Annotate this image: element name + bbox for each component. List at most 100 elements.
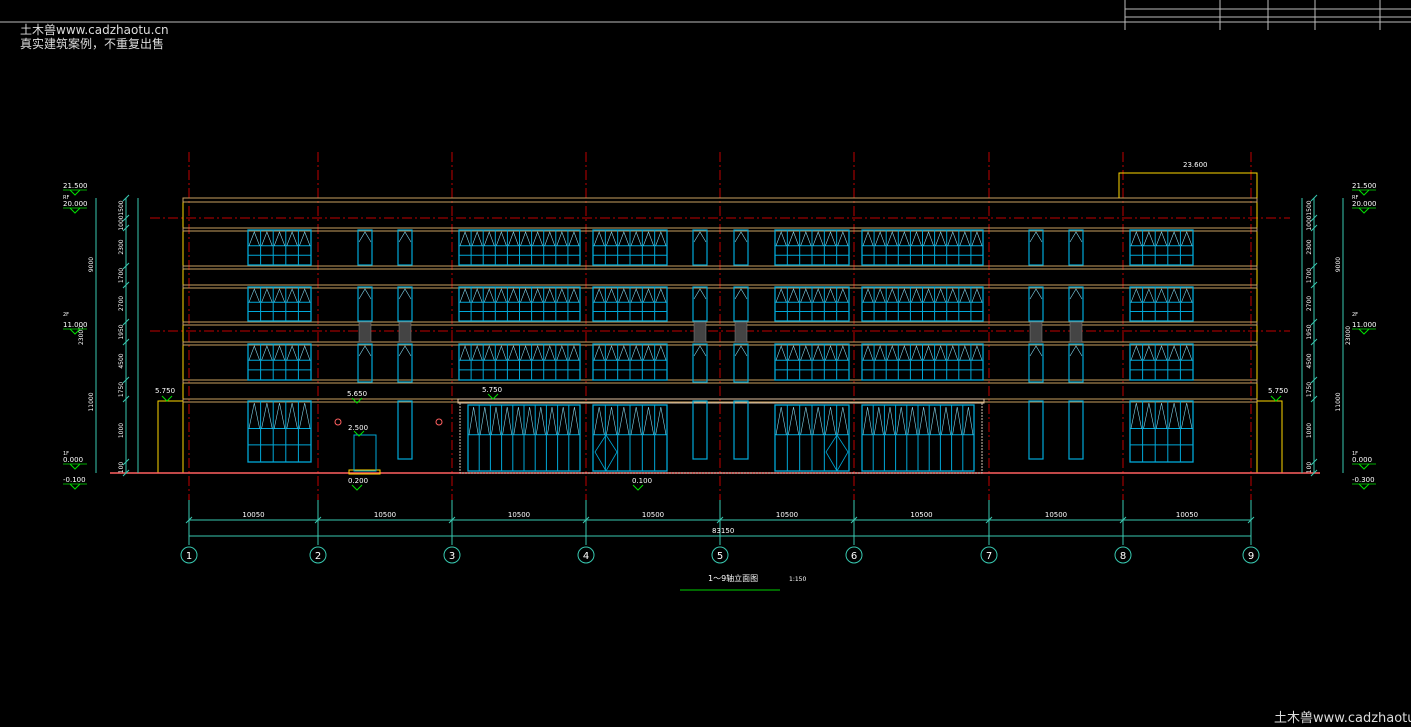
window-opening-mark (886, 345, 898, 361)
window-opening-mark (630, 345, 642, 361)
strip-window-mark (1069, 288, 1083, 300)
window-opening-mark (935, 288, 946, 303)
window-opening-mark (1168, 345, 1180, 361)
window-opening-mark (643, 288, 654, 303)
window-opening-mark (874, 231, 886, 246)
window-opening-mark (1181, 288, 1193, 303)
window-opening-mark (825, 406, 836, 435)
window-opening-mark (273, 288, 286, 303)
stone-panel-2 (693, 321, 707, 343)
window-opening-mark (911, 288, 922, 303)
axis-label-9: 9 (1248, 551, 1254, 562)
window-opening-mark (923, 231, 934, 246)
window-opening-mark (874, 345, 886, 361)
window-group-f3-3 (774, 286, 850, 322)
left-elev-mark-1 (69, 207, 81, 214)
strip-window-mark (693, 231, 707, 243)
floor-slab-4 (182, 341, 1258, 346)
window-opening-mark (935, 345, 946, 361)
window-group-f3-2 (592, 286, 668, 322)
axis-label-6: 6 (851, 551, 857, 562)
window-opening-mark (483, 288, 495, 303)
window-opening-mark (496, 288, 507, 303)
strip-window-2-g (692, 400, 708, 460)
elevation-drawing: 1 2 3 4 5 6 7 8 9 10050 10500 10500 10500 10500 10500… (0, 0, 1411, 591)
window-opening-mark (812, 345, 824, 361)
window-opening-mark (532, 345, 543, 361)
mark-triangle-0 (161, 395, 173, 402)
watermark-bottom: 土木兽www.cadzhaotu.c (1274, 711, 1411, 726)
window-opening-mark (935, 231, 946, 246)
strip-window-5-1 (1068, 286, 1084, 322)
strip-window-4-0 (1028, 229, 1044, 266)
right-vtotal-label-0: 9000 (1335, 257, 1342, 272)
left-floor-tag-2: 1F (63, 451, 69, 457)
window-opening-mark (471, 288, 483, 303)
window-opening-mark (502, 406, 513, 435)
window-opening-mark (788, 288, 799, 303)
left-vdim-label-4: 2700 (118, 296, 125, 311)
window-opening-mark (655, 406, 667, 435)
window-opening-mark (941, 406, 951, 435)
window-frame (247, 229, 312, 266)
drawing-scale: 1:150 (789, 576, 806, 583)
window-opening-mark (862, 231, 874, 246)
window-opening-mark (618, 406, 630, 435)
entrance-door (353, 434, 377, 472)
window-opening-mark (483, 231, 495, 246)
window-opening-mark (491, 406, 501, 435)
window-opening-mark (1168, 402, 1180, 429)
right-vdim-label-8: 1000 (1306, 423, 1313, 438)
left-elev-label-3: 0.000 (63, 456, 83, 464)
mark-triangle-5 (632, 484, 644, 491)
drawing-title: 1～9轴立面图 (708, 573, 758, 583)
mark-triangle-1 (1270, 395, 1282, 402)
wall-lamp-left (334, 418, 342, 426)
door-sill-mark: 0.200 (348, 477, 368, 485)
ground-mark: 0.100 (632, 477, 652, 485)
strip-window-mark (1069, 231, 1083, 243)
window-opening-mark (899, 288, 910, 303)
window-opening-mark (929, 406, 940, 435)
window-group-f2-2 (592, 229, 668, 266)
window-opening-mark (655, 288, 667, 303)
window-opening-mark (630, 288, 642, 303)
window-opening-mark (286, 231, 298, 246)
right-vdim-label-0: 1500 (1306, 200, 1313, 215)
window-opening-mark (606, 406, 617, 435)
window-opening-mark (532, 231, 543, 246)
window-frame (247, 400, 312, 463)
window-opening-mark (886, 231, 898, 246)
window-opening-mark (1130, 402, 1142, 429)
shopfront-group-2 (774, 404, 850, 472)
left-elev-label-2: 11.000 (63, 321, 88, 329)
window-opening-mark (1181, 345, 1193, 361)
window-opening-mark (952, 406, 963, 435)
window-opening-mark (606, 231, 617, 246)
left-vdim-label-0: 1500 (118, 200, 125, 215)
window-opening-mark (788, 345, 799, 361)
left-vdim-label-5: 1950 (118, 324, 125, 339)
window-group-f2-4 (861, 229, 984, 266)
strip-window-mark (1029, 231, 1043, 243)
window-opening-mark (479, 406, 490, 435)
window-group-f4-1 (458, 343, 581, 381)
right-elev-mark-1 (1358, 207, 1370, 214)
strip-window-2-0 (692, 229, 708, 266)
window-opening-mark (873, 406, 884, 435)
right-vtotal-label-1: 11000 (1335, 392, 1342, 411)
window-opening-mark (971, 231, 983, 246)
axis-label-3: 3 (449, 551, 455, 562)
window-opening-mark (520, 345, 531, 361)
strip-window-mark (358, 288, 372, 300)
window-opening-mark (1130, 231, 1142, 246)
window-opening-mark (874, 288, 886, 303)
right-elev-mark-2 (1358, 328, 1370, 335)
window-frame (1129, 286, 1194, 322)
window-opening-mark (655, 345, 667, 361)
canopy-right (1257, 400, 1283, 473)
window-group-f4-2 (592, 343, 668, 381)
window-opening-mark (286, 402, 298, 429)
left-elev-mark-0 (69, 189, 81, 196)
stone-panel-5 (1069, 321, 1083, 343)
